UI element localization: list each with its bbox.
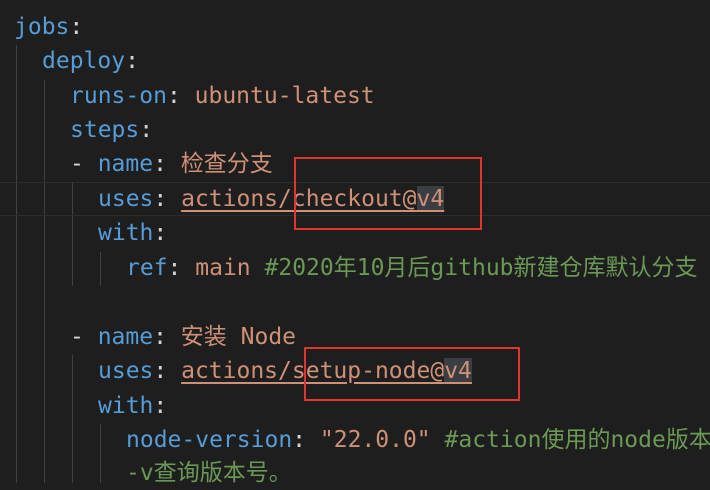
yaml-key: with [98, 220, 154, 246]
yaml-colon: : [166, 83, 195, 109]
yaml-key: uses [98, 186, 154, 212]
action-path: actions/ [181, 186, 292, 212]
indent-guide [72, 355, 73, 483]
yaml-key: steps [70, 117, 140, 143]
yaml-colon: : [153, 151, 181, 177]
yaml-comment: #action使用的node版本 [444, 427, 710, 453]
yaml-dash: - [70, 324, 98, 350]
action-path: actions/ [181, 358, 292, 384]
yaml-colon: : [153, 393, 168, 419]
indent-guide [44, 80, 45, 483]
code-line[interactable]: jobs: [14, 10, 83, 44]
annotation-box-setup-node [304, 347, 520, 401]
yaml-key: jobs [14, 14, 70, 40]
code-line[interactable]: deploy: [42, 44, 139, 78]
yaml-value: main [195, 255, 251, 281]
yaml-key: with [98, 393, 154, 419]
code-line[interactable]: node-version: "22.0.0" #action使用的node版本 [126, 423, 710, 457]
indent-guide [100, 424, 101, 483]
yaml-colon: : [153, 186, 182, 212]
yaml-key: node-version [126, 427, 293, 453]
yaml-colon: : [167, 255, 196, 281]
code-line[interactable]: runs-on: ubuntu-latest [70, 79, 375, 113]
indent-guide [16, 45, 17, 483]
yaml-key: uses [98, 358, 154, 384]
code-line[interactable]: - name: 安装 Node [70, 320, 296, 354]
code-line[interactable]: ref: main #2020年10月后github新建仓库默认分支 [126, 251, 698, 285]
yaml-value: ubuntu-latest [194, 83, 375, 109]
yaml-key: deploy [42, 48, 126, 74]
yaml-value: 检查分支 [180, 151, 273, 177]
yaml-colon: : [153, 220, 168, 246]
yaml-colon: : [153, 358, 182, 384]
code-line[interactable]: with: [98, 389, 167, 423]
code-line[interactable]: steps: [70, 113, 153, 147]
yaml-colon: : [125, 48, 139, 74]
yaml-colon: : [139, 117, 154, 143]
yaml-colon: : [292, 427, 320, 453]
code-line[interactable]: - name: 检查分支 [70, 147, 273, 181]
yaml-colon: : [153, 324, 181, 350]
yaml-key: name [97, 151, 154, 177]
yaml-value: "22.0.0" [319, 427, 431, 453]
yaml-dash: - [70, 151, 98, 177]
yaml-key: ref [126, 255, 168, 281]
yaml-comment: #2020年10月后github新建仓库默认分支 [264, 255, 698, 281]
code-line[interactable]: with: [98, 216, 167, 250]
yaml-value: 安装 Node [180, 324, 297, 350]
yaml-key: runs-on [70, 83, 167, 109]
code-editor[interactable]: jobs: deploy: runs-on: ubuntu-latest ste… [0, 0, 710, 486]
indent-guide [100, 252, 101, 286]
yaml-comment: -v查询版本号。 [126, 460, 292, 486]
yaml-key: name [97, 324, 154, 350]
annotation-box-checkout [294, 157, 482, 230]
code-line[interactable]: -v查询版本号。 [126, 456, 292, 490]
yaml-colon: : [69, 14, 84, 40]
